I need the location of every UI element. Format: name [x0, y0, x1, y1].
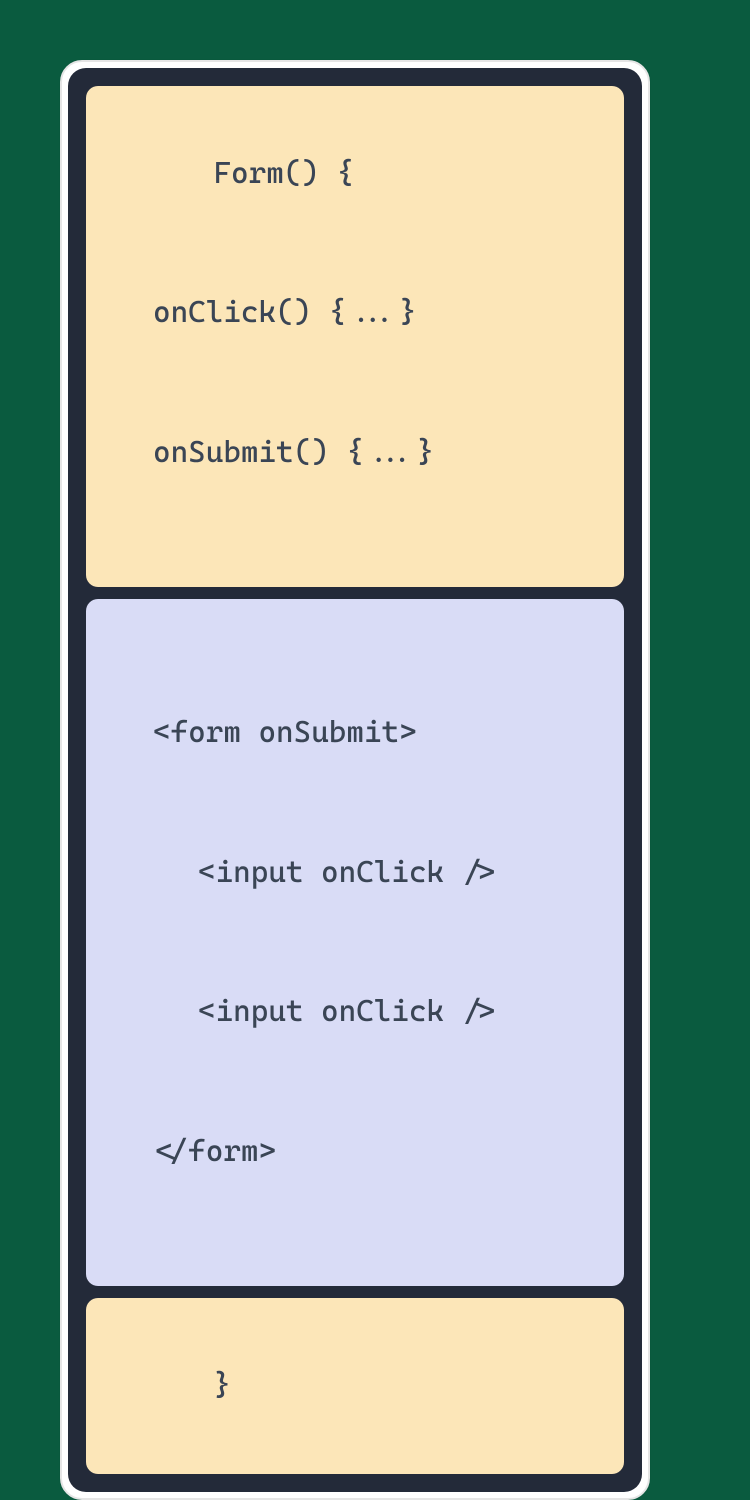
code-line: <input onClick />	[108, 989, 602, 1036]
diagram-inner: Form() { onClick() {...} onSubmit() {...…	[68, 68, 642, 1492]
code-line: Form() {	[213, 156, 354, 191]
code-block-middle: <form onSubmit> <input onClick /> <input…	[86, 599, 624, 1286]
diagram-card: Form() { onClick() {...} onSubmit() {...…	[60, 60, 650, 1500]
code-line: onClick() {...}	[108, 290, 602, 337]
code-block-top: Form() { onClick() {...} onSubmit() {...…	[86, 86, 624, 587]
code-line: </form>	[108, 1129, 602, 1176]
code-line: <form onSubmit>	[108, 710, 602, 757]
code-line: }	[213, 1368, 231, 1403]
code-line: <input onClick />	[108, 850, 602, 897]
code-block-bottom: }	[86, 1298, 624, 1474]
code-line: onSubmit() {...}	[108, 430, 602, 477]
